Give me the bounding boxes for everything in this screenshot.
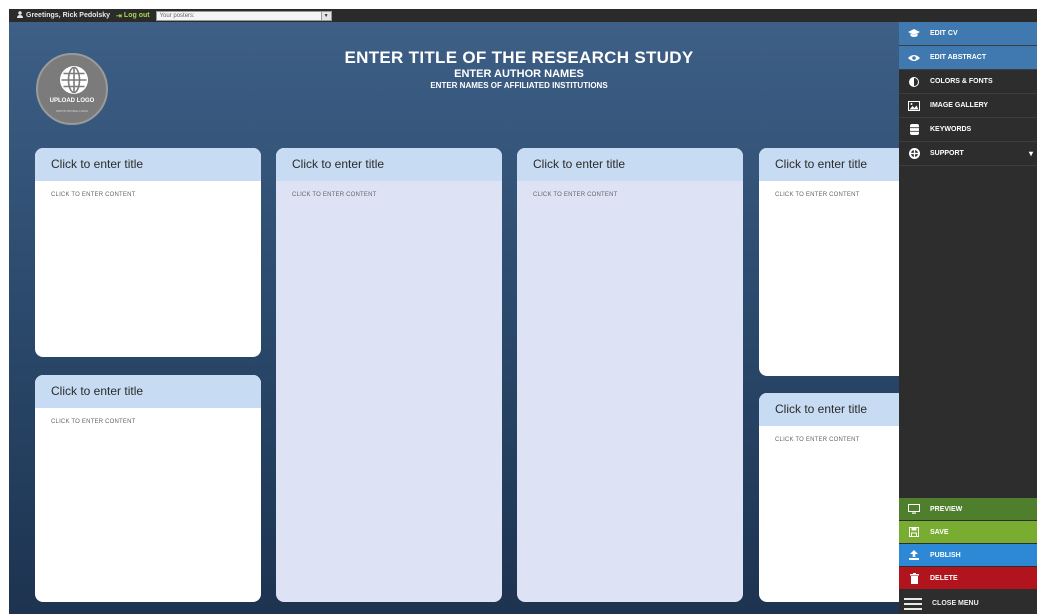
- upload-icon: [908, 549, 920, 561]
- menu-edit-abstract[interactable]: EDIT ABSTRACT: [899, 46, 1037, 70]
- menu-label: SUPPORT: [930, 150, 964, 157]
- panel-title[interactable]: Click to enter title: [517, 148, 743, 181]
- panel-content[interactable]: CLICK TO ENTER CONTENT: [35, 408, 261, 425]
- content-panel[interactable]: Click to enter title CLICK TO ENTER CONT…: [276, 148, 502, 602]
- eye-icon: [908, 52, 920, 64]
- chevron-down-icon: ▼: [320, 11, 331, 20]
- upload-logo-label: UPLOAD LOGO: [49, 98, 95, 104]
- preview-label: PREVIEW: [930, 505, 963, 513]
- menu-keywords[interactable]: KEYWORDS: [899, 118, 1037, 142]
- graduation-cap-icon: [908, 28, 920, 40]
- greeting-text: Greetings, Rick Pedolsky: [26, 12, 111, 19]
- chevron-down-icon: ▾: [1028, 149, 1033, 158]
- close-menu-button[interactable]: CLOSE MENU: [899, 593, 1037, 614]
- contrast-icon: [908, 76, 920, 88]
- menu-label: EDIT ABSTRACT: [930, 54, 987, 61]
- panel-content[interactable]: CLICK TO ENTER CONTENT: [517, 181, 743, 198]
- image-icon: [908, 100, 920, 112]
- panel-content[interactable]: CLICK TO ENTER CONTENT: [35, 181, 261, 198]
- posters-select[interactable]: Your posters: ▼: [155, 10, 332, 21]
- menu-colors-fonts[interactable]: COLORS & FONTS: [899, 70, 1037, 94]
- menu-edit-cv[interactable]: EDIT CV: [899, 22, 1037, 46]
- panel-title[interactable]: Click to enter title: [35, 148, 261, 181]
- menu-support[interactable]: SUPPORT ▾: [899, 142, 1037, 166]
- content-panel[interactable]: Click to enter title CLICK TO ENTER CONT…: [759, 148, 899, 376]
- posters-select-value: Your posters:: [159, 12, 195, 19]
- publish-label: PUBLISH: [930, 551, 961, 559]
- menu-label: COLORS & FONTS: [930, 78, 993, 85]
- poster-canvas: UPLOAD LOGO INSTITUTIONAL LOGO ENTER TIT…: [9, 22, 899, 614]
- preview-button[interactable]: PREVIEW: [899, 498, 1037, 520]
- poster-institutions[interactable]: ENTER NAMES OF AFFILIATED INSTITUTIONS: [309, 81, 729, 90]
- panel-content[interactable]: CLICK TO ENTER CONTENT: [759, 181, 899, 198]
- trash-icon: [908, 572, 920, 584]
- delete-button[interactable]: DELETE: [899, 567, 1037, 589]
- close-menu-label: CLOSE MENU: [932, 600, 979, 607]
- panel-title[interactable]: Click to enter title: [759, 148, 899, 181]
- upload-logo-button[interactable]: UPLOAD LOGO INSTITUTIONAL LOGO: [36, 53, 108, 125]
- panel-content[interactable]: CLICK TO ENTER CONTENT: [759, 426, 899, 443]
- monitor-icon: [908, 503, 920, 515]
- menu-label: KEYWORDS: [930, 126, 972, 133]
- content-panel[interactable]: Click to enter title CLICK TO ENTER CONT…: [517, 148, 743, 602]
- menu-label: IMAGE GALLERY: [930, 102, 989, 109]
- panel-title[interactable]: Click to enter title: [759, 393, 899, 426]
- content-panel[interactable]: Click to enter title CLICK TO ENTER CONT…: [759, 393, 899, 602]
- save-label: SAVE: [930, 528, 949, 536]
- poster-title[interactable]: ENTER TITLE OF THE RESEARCH STUDY: [309, 48, 729, 68]
- content-panel[interactable]: Click to enter title CLICK TO ENTER CONT…: [35, 148, 261, 357]
- database-icon: [908, 124, 920, 136]
- floppy-disk-icon: [908, 526, 920, 538]
- menu-image-gallery[interactable]: IMAGE GALLERY: [899, 94, 1037, 118]
- poster-header: ENTER TITLE OF THE RESEARCH STUDY ENTER …: [309, 48, 729, 90]
- editor-sidebar: EDIT CV EDIT ABSTRACT COLORS & FONTS IMA…: [899, 22, 1037, 614]
- publish-button[interactable]: PUBLISH: [899, 544, 1037, 566]
- top-bar: Greetings, Rick Pedolsky ⇥ Log out Your …: [0, 0, 1037, 22]
- upload-logo-sublabel: INSTITUTIONAL LOGO: [56, 109, 88, 113]
- panel-title[interactable]: Click to enter title: [35, 375, 261, 408]
- globe-icon: [60, 66, 88, 94]
- logout-link[interactable]: ⇥ Log out: [116, 12, 150, 20]
- user-icon: [17, 11, 23, 20]
- logout-label: Log out: [123, 12, 150, 19]
- hamburger-icon: [904, 597, 922, 610]
- delete-label: DELETE: [930, 574, 958, 582]
- lifebuoy-icon: [908, 148, 920, 160]
- save-button[interactable]: SAVE: [899, 521, 1037, 543]
- menu-label: EDIT CV: [930, 30, 958, 37]
- panel-title[interactable]: Click to enter title: [276, 148, 502, 181]
- poster-authors[interactable]: ENTER AUTHOR NAMES: [309, 68, 729, 80]
- panel-content[interactable]: CLICK TO ENTER CONTENT: [276, 181, 502, 198]
- greeting: Greetings, Rick Pedolsky: [17, 11, 110, 20]
- logout-icon: ⇥: [116, 12, 122, 20]
- account-bar: Greetings, Rick Pedolsky ⇥ Log out Your …: [9, 9, 1037, 22]
- content-panel[interactable]: Click to enter title CLICK TO ENTER CONT…: [35, 375, 261, 602]
